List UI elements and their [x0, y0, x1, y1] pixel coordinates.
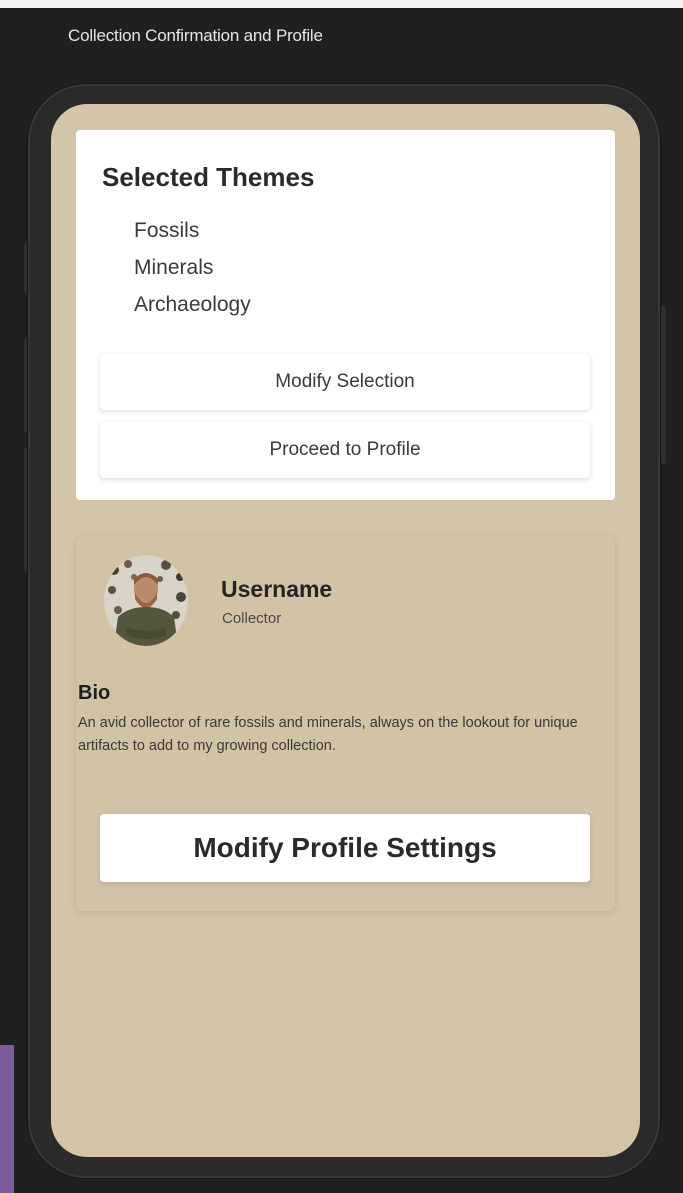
selected-themes-title: Selected Themes — [102, 162, 315, 192]
modify-selection-button[interactable]: Modify Selection — [100, 354, 590, 410]
profile-role: Collector — [222, 610, 282, 627]
avatar-photo-icon — [104, 555, 188, 646]
profile-username: Username — [221, 576, 333, 602]
window-title: Collection Confirmation and Profile — [68, 26, 323, 45]
bio-text: An avid collector of rare fossils and mi… — [78, 715, 578, 754]
device-power-button — [660, 306, 666, 464]
theme-item-archaeology: Archaeology — [134, 293, 251, 316]
purple-accent-block — [0, 1045, 14, 1193]
theme-item-fossils: Fossils — [134, 219, 200, 242]
modify-profile-settings-button[interactable]: Modify Profile Settings — [100, 814, 590, 882]
theme-item-minerals: Minerals — [134, 256, 214, 279]
top-edge-strip — [0, 0, 683, 8]
theme-list: Fossils Minerals Archaeology — [134, 212, 251, 323]
device-screen: Selected Themes Fossils Minerals Archaeo… — [51, 104, 640, 1157]
bio-heading: Bio — [78, 682, 111, 704]
selected-themes-card: Selected Themes Fossils Minerals Archaeo… — [76, 130, 615, 500]
user-avatar-icon — [104, 555, 188, 646]
proceed-to-profile-button[interactable]: Proceed to Profile — [100, 422, 590, 478]
app-stage: Collection Confirmation and Profile Sele… — [0, 0, 683, 1193]
profile-card: Username Collector Bio An avid collector… — [76, 536, 615, 911]
